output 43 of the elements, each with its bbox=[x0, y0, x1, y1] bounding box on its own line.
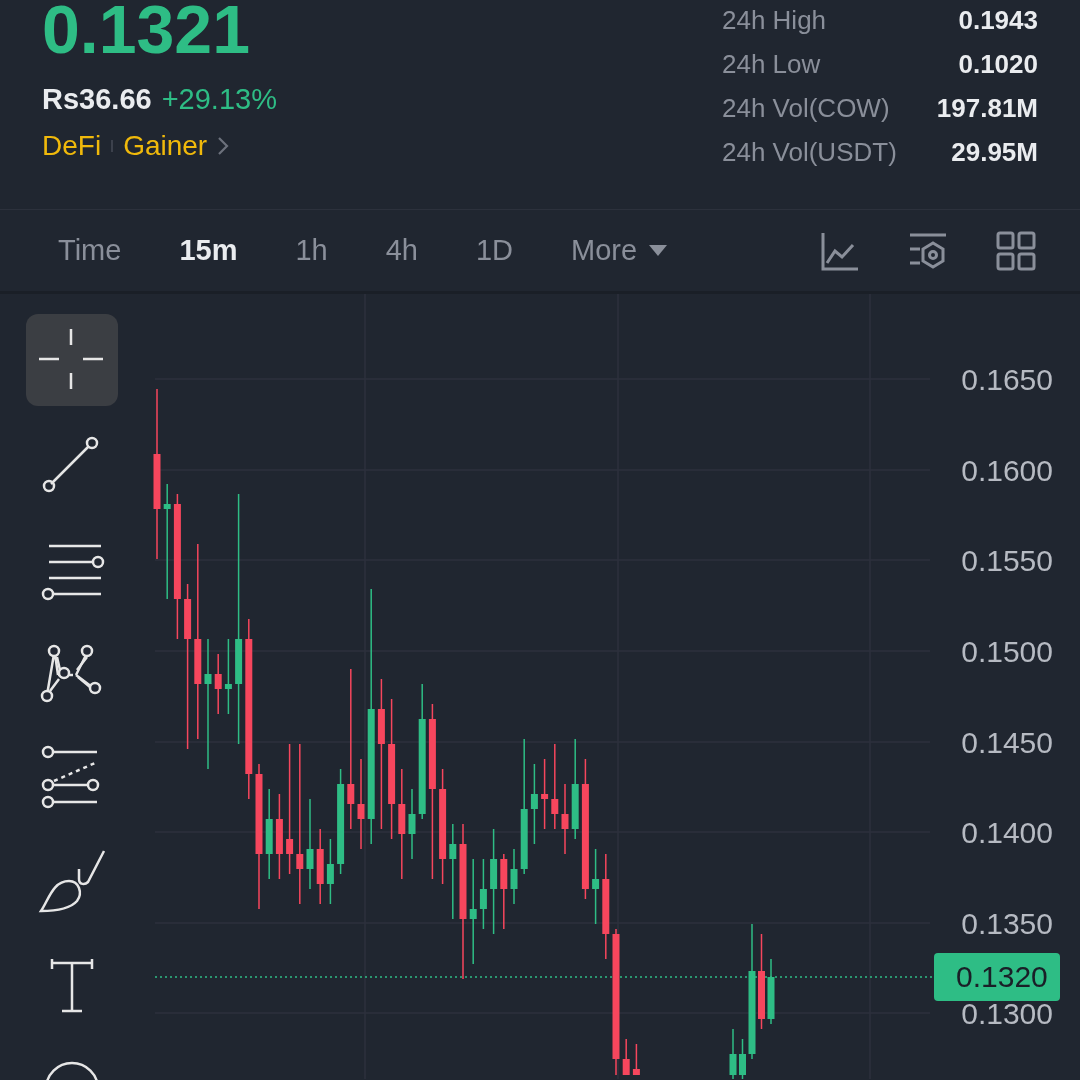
stat-value: 29.95M bbox=[950, 136, 1038, 169]
interval-tab[interactable]: Time bbox=[38, 228, 142, 273]
price-axis-label: 0.1550 bbox=[961, 544, 1053, 577]
grid-icon[interactable] bbox=[996, 230, 1036, 271]
candlestick bbox=[408, 788, 416, 860]
candlestick bbox=[632, 1043, 640, 1076]
candlestick bbox=[541, 758, 549, 830]
stat-value: 0.1020 bbox=[957, 48, 1038, 81]
chevron-right-icon[interactable] bbox=[217, 136, 230, 156]
current-price-label: 0.1320 bbox=[934, 953, 1060, 1001]
price-change: +29.13% bbox=[161, 82, 277, 116]
caret-icon bbox=[649, 245, 668, 256]
interval-tab[interactable]: 1h bbox=[275, 228, 348, 273]
price-axis-label: 0.1400 bbox=[961, 816, 1053, 849]
interval-tab[interactable]: 1D bbox=[455, 228, 534, 273]
interval-tab[interactable]: More bbox=[551, 228, 688, 273]
candlestick bbox=[561, 783, 569, 855]
stat-label: 24h Low bbox=[721, 48, 822, 81]
stat-label: 24h High bbox=[721, 4, 828, 37]
stat-label: 24h Vol(COW) bbox=[721, 92, 891, 125]
candlestick bbox=[622, 1038, 630, 1076]
stat-label: 24h Vol(USDT) bbox=[721, 136, 897, 169]
price-axis-label: 0.1600 bbox=[961, 454, 1053, 487]
candlestick bbox=[214, 653, 222, 715]
stat-value: 197.81M bbox=[936, 92, 1038, 125]
candlestick bbox=[767, 958, 775, 1025]
price-axis-label: 0.1450 bbox=[961, 726, 1053, 759]
category-tag[interactable]: DeFi bbox=[42, 130, 102, 162]
category-tag[interactable]: Gainer bbox=[123, 130, 208, 162]
price-axis-label: 0.1350 bbox=[961, 907, 1053, 940]
candlestick bbox=[479, 858, 487, 930]
candlestick bbox=[729, 1028, 737, 1079]
line-chart-icon[interactable] bbox=[820, 230, 860, 271]
candlestick bbox=[510, 848, 518, 905]
interval-tab[interactable]: 4h bbox=[365, 228, 438, 273]
last-price: 0.1321 bbox=[42, 0, 251, 60]
candlestick bbox=[739, 1038, 746, 1079]
interval-tab[interactable]: 15m bbox=[159, 228, 258, 273]
stat-value: 0.1943 bbox=[957, 4, 1038, 37]
price-axis-label: 0.1500 bbox=[961, 635, 1053, 668]
price-axis-label: 0.1650 bbox=[961, 363, 1053, 396]
candlestick bbox=[326, 838, 334, 905]
fiat-price: Rs36.66 bbox=[42, 82, 152, 116]
